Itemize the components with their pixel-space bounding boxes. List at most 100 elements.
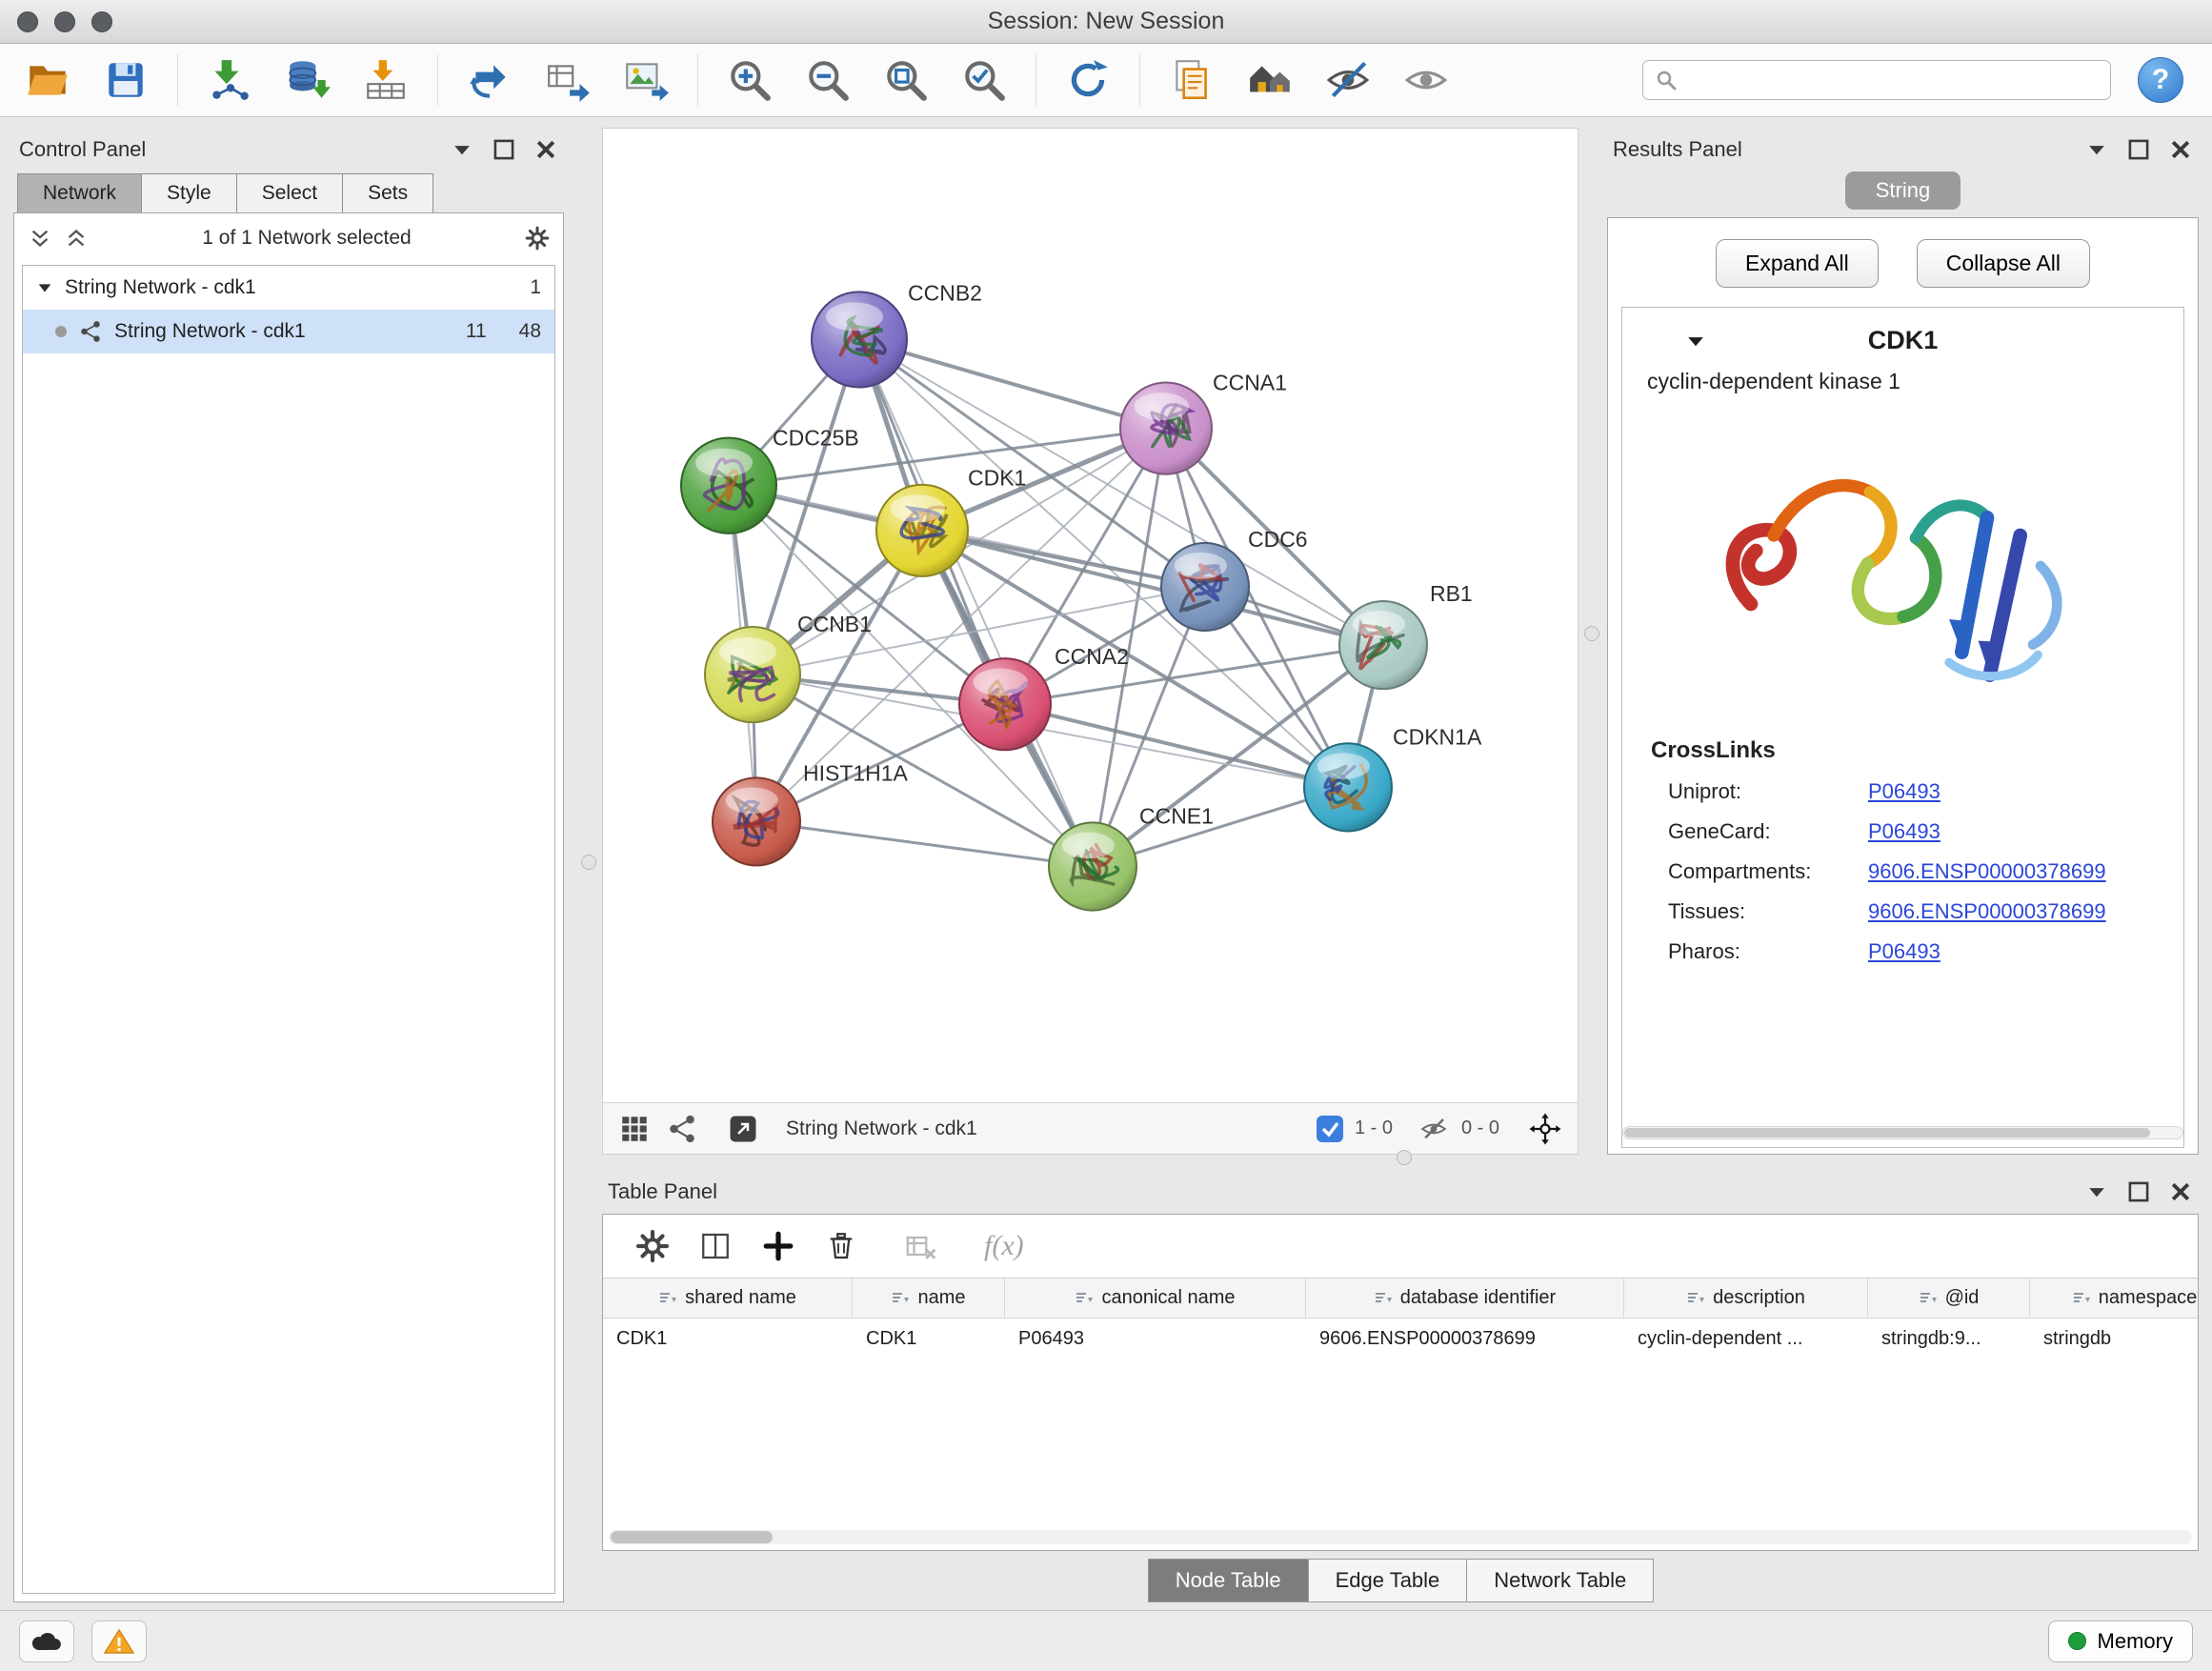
column-header-database-identifier[interactable]: database identifier	[1306, 1278, 1624, 1318]
network-node-CCNE1[interactable]: CCNE1	[1049, 803, 1214, 910]
save-session-button[interactable]	[93, 50, 158, 110]
zoom-selected-button[interactable]	[952, 50, 1016, 110]
tab-network[interactable]: Network	[17, 173, 142, 213]
close-panel-icon[interactable]	[2168, 137, 2193, 162]
zoom-out-icon	[804, 56, 852, 104]
search-box[interactable]	[1642, 60, 2111, 100]
network-node-RB1[interactable]: RB1	[1339, 581, 1473, 689]
expand-all-button[interactable]: Expand All	[1716, 239, 1879, 288]
column-header-namespace[interactable]: namespace	[2030, 1278, 2198, 1318]
hide-selected-button[interactable]	[1316, 50, 1380, 110]
tree-expand-icon[interactable]	[36, 279, 53, 296]
show-all-button[interactable]	[1394, 50, 1458, 110]
collapse-section-icon[interactable]	[1683, 329, 1708, 353]
network-selection-status: 1 of 1 Network selected	[100, 227, 513, 250]
close-panel-icon[interactable]	[533, 137, 558, 162]
crosslink-value-link[interactable]: P06493	[1868, 939, 2183, 964]
help-button[interactable]: ?	[2138, 57, 2183, 103]
grid-view-icon[interactable]	[618, 1113, 651, 1145]
warnings-button[interactable]	[91, 1621, 147, 1662]
float-panel-icon[interactable]	[2126, 1179, 2151, 1204]
network-collection-row[interactable]: String Network - cdk1 1	[23, 266, 554, 310]
expand-all-networks-icon[interactable]	[28, 226, 52, 251]
zoom-out-button[interactable]	[795, 50, 860, 110]
crosslink-value-link[interactable]: 9606.ENSP00000378699	[1868, 859, 2183, 884]
collapse-all-networks-icon[interactable]	[64, 226, 89, 251]
network-canvas[interactable]: CCNB2CCNA1CDC25BCDK1CDC6RB1CCNB1CCNA2CDK…	[603, 129, 1578, 1102]
show-columns-icon[interactable]	[698, 1229, 733, 1263]
left-splitter-handle[interactable]	[581, 855, 596, 870]
network-node-CDC6[interactable]: CDC6	[1161, 527, 1308, 631]
tab-style[interactable]: Style	[141, 173, 237, 213]
float-panel-icon[interactable]	[492, 137, 516, 162]
tab-sets[interactable]: Sets	[342, 173, 433, 213]
refresh-button[interactable]	[1056, 50, 1120, 110]
import-network-file-button[interactable]	[197, 50, 262, 110]
right-splitter-handle[interactable]	[1584, 626, 1599, 641]
open-session-button[interactable]	[15, 50, 80, 110]
cloud-status-button[interactable]	[19, 1621, 74, 1662]
import-network-icon	[206, 56, 253, 104]
collapse-panel-icon[interactable]	[2084, 137, 2109, 162]
column-header-name[interactable]: name	[853, 1278, 1005, 1318]
zoom-fit-button[interactable]	[874, 50, 938, 110]
network-node-CDK1[interactable]: CDK1	[876, 466, 1026, 576]
network-edge-HIST1H1A-CCNE1[interactable]	[756, 821, 1093, 866]
tab-node-table[interactable]: Node Table	[1148, 1559, 1309, 1602]
memory-button[interactable]: Memory	[2048, 1621, 2193, 1662]
column-header-shared-name[interactable]: shared name	[603, 1278, 853, 1318]
network-row-selected[interactable]: String Network - cdk1 11 48	[23, 310, 554, 353]
crosslink-value-link[interactable]: 9606.ENSP00000378699	[1868, 899, 2183, 924]
table-settings-gear-icon[interactable]	[635, 1229, 670, 1263]
delete-table-icon[interactable]	[904, 1229, 938, 1263]
tab-string[interactable]: String	[1845, 171, 1961, 210]
network-edge-CCNB2-CCNE1[interactable]	[859, 339, 1093, 866]
network-graph[interactable]: CCNB2CCNA1CDC25BCDK1CDC6RB1CCNB1CCNA2CDK…	[603, 129, 1578, 1102]
horizontal-splitter-handle[interactable]	[1397, 1150, 1412, 1165]
tab-network-table[interactable]: Network Table	[1466, 1559, 1654, 1602]
network-node-CDKN1A[interactable]: CDKN1A	[1304, 724, 1482, 831]
network-node-HIST1H1A[interactable]: HIST1H1A	[713, 760, 909, 865]
collapse-all-button[interactable]: Collapse All	[1917, 239, 2090, 288]
table-row[interactable]: CDK1CDK1P064939606.ENSP00000378699cyclin…	[603, 1319, 2198, 1359]
tab-select[interactable]: Select	[236, 173, 343, 213]
detach-view-icon[interactable]	[727, 1113, 759, 1145]
export-network-button[interactable]	[535, 50, 600, 110]
network-node-CCNB2[interactable]: CCNB2	[812, 280, 982, 387]
delete-column-icon[interactable]	[824, 1229, 858, 1263]
crosslink-value-link[interactable]: P06493	[1868, 819, 2183, 844]
network-options-gear-icon[interactable]	[525, 226, 550, 251]
collapse-panel-icon[interactable]	[450, 137, 474, 162]
results-horizontal-scrollbar[interactable]	[1622, 1126, 2183, 1139]
column-header-canonical-name[interactable]: canonical name	[1005, 1278, 1306, 1318]
close-window-button[interactable]	[17, 11, 38, 32]
network-overview-icon[interactable]	[666, 1113, 698, 1145]
collapse-panel-icon[interactable]	[2084, 1179, 2109, 1204]
column-header--id[interactable]: @id	[1868, 1278, 2030, 1318]
add-column-icon[interactable]	[761, 1229, 795, 1263]
selected-checkbox-icon[interactable]	[1317, 1116, 1343, 1142]
network-tree: String Network - cdk1 1 String Network -…	[22, 265, 555, 1594]
apply-layout-button[interactable]	[457, 50, 522, 110]
column-header-description[interactable]: description	[1624, 1278, 1868, 1318]
home-networks-button[interactable]	[1237, 50, 1302, 110]
zoom-in-button[interactable]	[717, 50, 782, 110]
crosslink-label: GeneCard:	[1668, 819, 1868, 844]
crosshair-move-icon[interactable]	[1528, 1112, 1562, 1146]
crosslink-value-link[interactable]: P06493	[1868, 779, 2183, 804]
close-panel-icon[interactable]	[2168, 1179, 2193, 1204]
copy-document-button[interactable]	[1159, 50, 1224, 110]
hidden-eye-slash-icon[interactable]	[1418, 1115, 1450, 1143]
import-table-button[interactable]	[353, 50, 418, 110]
export-image-button[interactable]	[613, 50, 678, 110]
tab-edge-table[interactable]: Edge Table	[1308, 1559, 1468, 1602]
table-horizontal-scrollbar[interactable]	[609, 1530, 2192, 1544]
minimize-window-button[interactable]	[54, 11, 75, 32]
function-builder-button[interactable]: f(x)	[984, 1230, 1024, 1262]
top-row: CCNB2CCNA1CDC25BCDK1CDC6RB1CCNB1CCNA2CDK…	[602, 128, 2199, 1155]
network-node-CCNA1[interactable]: CCNA1	[1120, 371, 1287, 474]
search-input[interactable]	[1687, 68, 2099, 92]
import-network-database-button[interactable]	[275, 50, 340, 110]
float-panel-icon[interactable]	[2126, 137, 2151, 162]
zoom-window-button[interactable]	[91, 11, 112, 32]
